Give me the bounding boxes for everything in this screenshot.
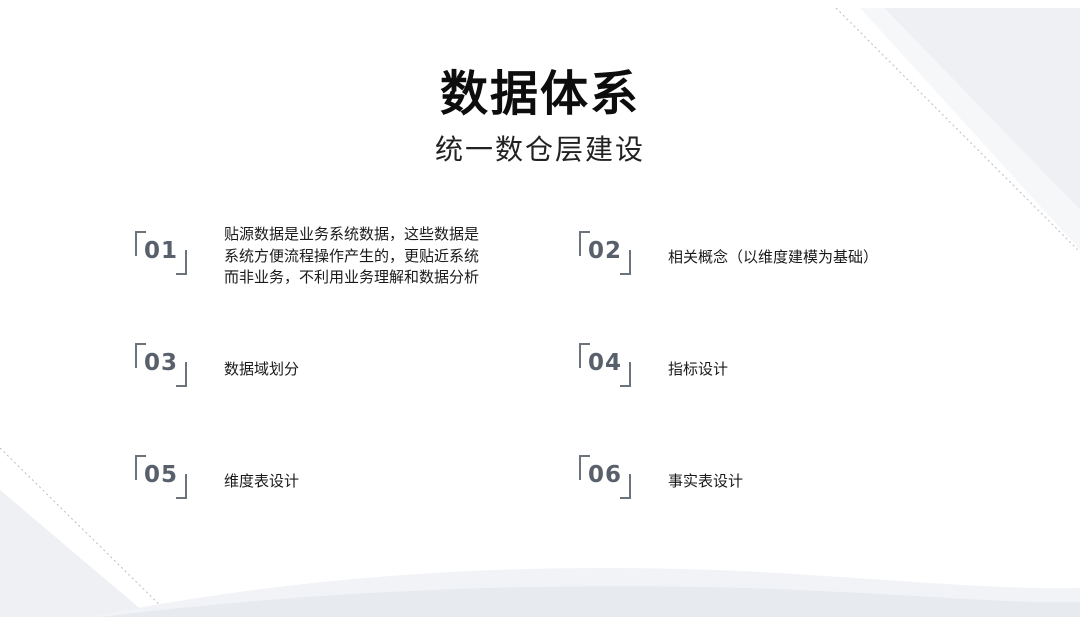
item-number: 03	[143, 350, 178, 376]
number-badge: 03	[134, 342, 188, 388]
item-number: 04	[587, 350, 622, 376]
item-01: 01 贴源数据是业务系统数据，这些数据是系统方便流程操作产生的，更贴近系统而非业…	[134, 225, 554, 290]
item-05: 05 维度表设计	[134, 454, 554, 514]
bottom-left-panel	[0, 490, 150, 617]
number-badge: 01	[134, 230, 188, 276]
item-06: 06 事实表设计	[578, 454, 998, 514]
number-badge: 05	[134, 454, 188, 500]
item-text: 维度表设计	[224, 472, 300, 490]
item-number: 05	[143, 462, 178, 488]
item-number: 06	[587, 462, 622, 488]
item-02: 02 相关概念（以维度建模为基础）	[578, 230, 998, 290]
item-text: 事实表设计	[668, 472, 744, 490]
item-04: 04 指标设计	[578, 342, 998, 402]
item-text: 数据域划分	[224, 360, 300, 378]
item-text: 指标设计	[668, 360, 729, 378]
item-text: 相关概念（以维度建模为基础）	[668, 248, 879, 266]
item-text: 贴源数据是业务系统数据，这些数据是系统方便流程操作产生的，更贴近系统而非业务，不…	[224, 225, 480, 286]
item-number: 02	[587, 238, 622, 264]
slide: 数据体系 统一数仓层建设 01 贴源数据是业务系统数据，这些数据是系统方便流程操…	[0, 0, 1080, 617]
item-number: 01	[143, 238, 178, 264]
item-03: 03 数据域划分	[134, 342, 554, 402]
number-badge: 06	[578, 454, 632, 500]
page-subtitle: 统一数仓层建设	[434, 133, 645, 166]
number-badge: 04	[578, 342, 632, 388]
page-title: 数据体系	[439, 66, 640, 122]
number-badge: 02	[578, 230, 632, 276]
